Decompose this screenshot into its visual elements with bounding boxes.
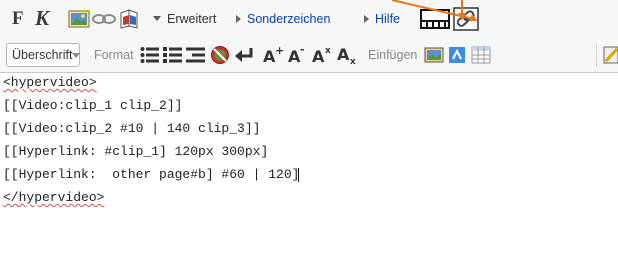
- table-icon: [471, 46, 491, 64]
- insert-video-timeline-button[interactable]: [420, 0, 450, 37]
- small-text-icon: A -: [288, 45, 305, 65]
- code-text: [[Video:clip_2 #10 | 140 clip_3]]: [3, 121, 261, 136]
- wikitext-editor[interactable]: <hypervideo> [[Video:clip_1 clip_2]] [[V…: [0, 73, 618, 257]
- advanced-menu-label: Erweitert: [167, 11, 217, 26]
- code-text: [[Hyperlink: #clip_1] 120px 300px]: [3, 144, 269, 159]
- code-text: [[Video:clip_1 clip_2]]: [3, 98, 183, 113]
- line-break-icon: [235, 48, 253, 62]
- dropdown-arrow-icon: [153, 16, 161, 21]
- bulleted-list-icon: [140, 47, 159, 63]
- line-break-button[interactable]: [234, 37, 254, 73]
- svg-text:A: A: [337, 45, 350, 64]
- book-file-icon: [120, 8, 138, 29]
- search-replace-button[interactable]: [603, 37, 618, 73]
- no-wiki-button[interactable]: [210, 37, 230, 73]
- numbered-list-icon: [163, 47, 182, 63]
- heading-select-value: Überschrift: [12, 48, 73, 62]
- image-icon: [68, 10, 90, 27]
- big-text-button[interactable]: A +: [262, 37, 284, 73]
- indent-button[interactable]: [186, 37, 206, 73]
- superscript-button[interactable]: A x: [311, 37, 333, 73]
- subscript-button[interactable]: A x: [336, 37, 358, 73]
- code-line-3: [[Video:clip_2 #10 | 140 clip_3]]: [3, 119, 260, 138]
- format-group-label: Format: [94, 48, 134, 62]
- numbered-list-button[interactable]: [163, 37, 183, 73]
- gallery-icon: [424, 47, 444, 63]
- filmstrip-icon: [420, 8, 450, 29]
- code-line-1: <hypervideo>: [3, 73, 97, 92]
- insert-link-button[interactable]: [92, 0, 116, 37]
- code-line-4: [[Hyperlink: #clip_1] 120px 300px]: [3, 142, 268, 161]
- big-text-icon: A +: [263, 45, 284, 65]
- code-line-2: [[Video:clip_1 clip_2]]: [3, 96, 182, 115]
- insert-hyperlink-button[interactable]: [453, 0, 479, 37]
- insert-image-button[interactable]: [68, 0, 90, 37]
- toolbar-primary: F K Erweitert Sonderzeichen Hilfe: [0, 0, 618, 37]
- svg-text:x: x: [350, 57, 356, 65]
- toolbar-secondary: Überschrift Format A + A - A x A x Einfü…: [0, 37, 618, 73]
- text-caret: [298, 167, 300, 182]
- code-line-5: [[Hyperlink: other page#b] #60 | 120]: [3, 165, 300, 184]
- italic-button[interactable]: K: [35, 0, 49, 37]
- no-wiki-icon: [211, 46, 229, 64]
- heading-select[interactable]: Überschrift: [6, 43, 81, 67]
- svg-text:x: x: [325, 46, 331, 56]
- insert-group-label: Einfügen: [368, 48, 418, 62]
- subscript-icon: A x: [337, 45, 356, 65]
- chain-link-icon: [92, 13, 116, 24]
- bold-button[interactable]: F: [12, 0, 24, 37]
- svg-text:+: +: [275, 45, 284, 57]
- bulleted-list-button[interactable]: [140, 37, 160, 73]
- hyperlink-chain-icon: [453, 6, 479, 31]
- special-characters-label: Sonderzeichen: [247, 11, 331, 26]
- expand-arrow-icon: [236, 14, 241, 23]
- help-menu-label: Hilfe: [375, 11, 401, 26]
- toolbar-divider: [596, 43, 597, 67]
- pencil-icon: [603, 46, 618, 64]
- code-text: </hypervideo>: [3, 190, 105, 205]
- insert-table-button[interactable]: [471, 37, 491, 73]
- svg-text:A: A: [312, 47, 325, 65]
- insert-file-button[interactable]: [118, 0, 140, 37]
- small-text-button[interactable]: A -: [287, 37, 309, 73]
- indent-icon: [186, 47, 205, 63]
- code-text: [[Hyperlink: other page#b] #60 | 120]: [3, 167, 300, 182]
- expand-arrow-icon: [364, 14, 369, 23]
- help-menu[interactable]: Hilfe: [364, 0, 400, 37]
- reference-icon: [449, 47, 465, 63]
- superscript-icon: A x: [312, 46, 331, 65]
- code-text: <hypervideo>: [3, 75, 97, 90]
- chevron-down-icon: [72, 52, 81, 58]
- insert-reference-button[interactable]: [447, 37, 467, 73]
- special-characters-menu[interactable]: Sonderzeichen: [236, 0, 330, 37]
- insert-gallery-button[interactable]: [424, 37, 444, 73]
- code-line-6: </hypervideo>: [3, 188, 104, 207]
- advanced-menu[interactable]: Erweitert: [153, 0, 216, 37]
- svg-text:-: -: [300, 45, 305, 56]
